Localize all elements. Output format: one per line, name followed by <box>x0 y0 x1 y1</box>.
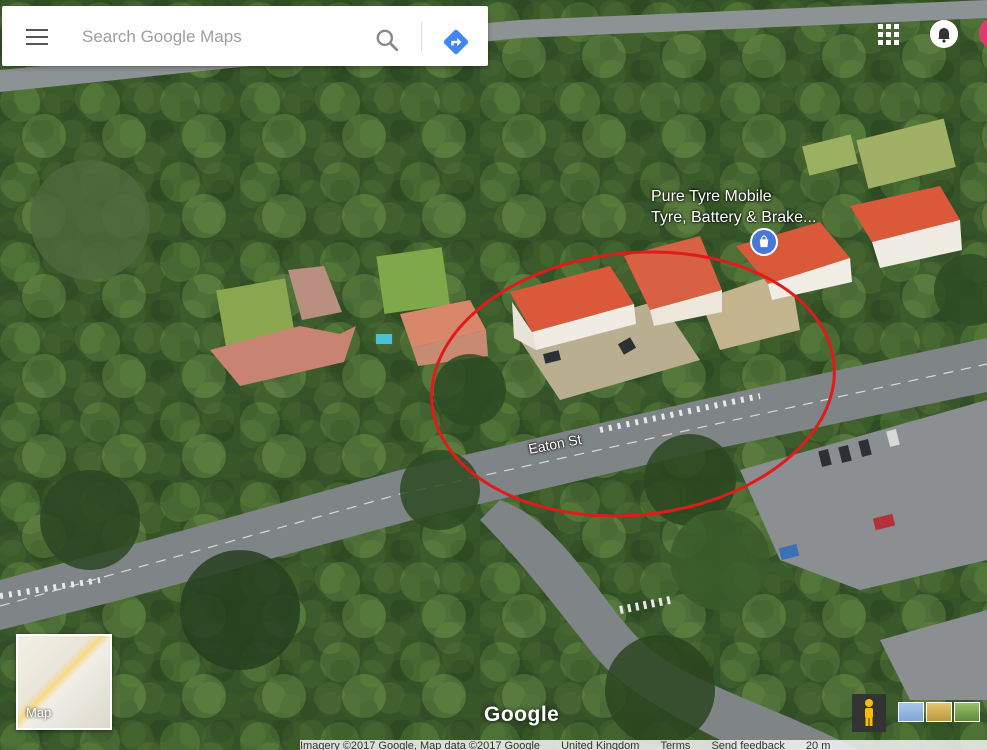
apps-icon[interactable] <box>878 24 900 46</box>
directions-icon[interactable] <box>442 28 470 56</box>
layer-satellite[interactable] <box>954 702 980 722</box>
layer-thumbnails <box>898 702 980 728</box>
send-feedback-link[interactable]: Send feedback <box>711 740 784 750</box>
notifications-icon[interactable] <box>930 20 958 48</box>
minimap-label: Map <box>26 705 52 720</box>
search-divider <box>421 22 422 52</box>
region-link[interactable]: United Kingdom <box>561 740 639 750</box>
map-footer: Imagery ©2017 Google, Map data ©2017 Goo… <box>300 740 987 750</box>
imagery-attribution: Imagery ©2017 Google, Map data ©2017 Goo… <box>300 740 541 750</box>
google-logo: Google <box>484 703 560 726</box>
scale-bar[interactable]: 20 m <box>806 740 830 750</box>
search-input[interactable] <box>80 20 374 54</box>
search-icon[interactable] <box>374 27 400 53</box>
poi-label[interactable]: Pure Tyre Mobile Tyre, Battery & Brake..… <box>651 186 816 228</box>
terms-link[interactable]: Terms <box>660 740 690 750</box>
map-type-toggle[interactable]: Map <box>16 634 112 730</box>
shopping-pin-icon[interactable] <box>750 228 778 256</box>
menu-icon[interactable] <box>18 24 54 50</box>
poi-name-line1: Pure Tyre Mobile <box>651 188 772 205</box>
layer-traffic[interactable] <box>898 702 924 722</box>
poi-name-line2: Tyre, Battery & Brake... <box>651 209 817 226</box>
satellite-map[interactable] <box>0 0 987 750</box>
layer-terrain[interactable] <box>926 702 952 722</box>
search-box <box>2 6 488 66</box>
pegman-control[interactable] <box>852 694 886 732</box>
pegman-icon <box>865 699 873 726</box>
